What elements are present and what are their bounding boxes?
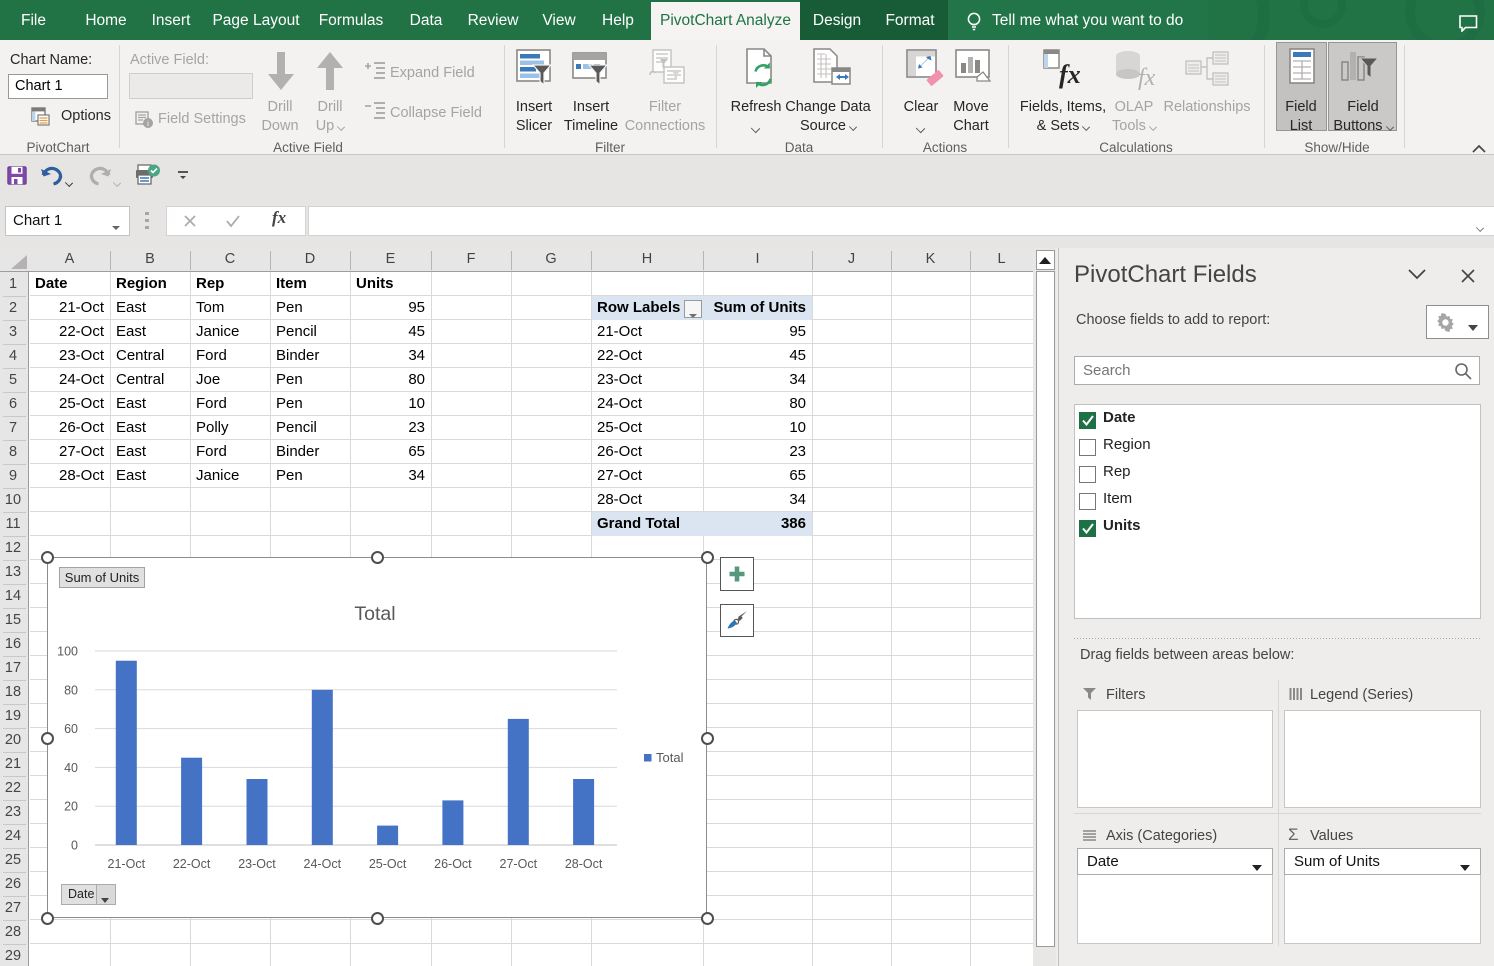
svg-text:23-Oct: 23-Oct: [238, 857, 276, 871]
svg-text:26-Oct: 26-Oct: [434, 857, 472, 871]
svg-text:80: 80: [64, 683, 78, 697]
svg-text:0: 0: [71, 839, 78, 853]
svg-text:fx: fx: [1059, 60, 1081, 89]
svg-text:Total: Total: [656, 750, 684, 765]
svg-text:40: 40: [64, 761, 78, 775]
svg-text:100: 100: [57, 645, 78, 659]
svg-text:24-Oct: 24-Oct: [304, 857, 342, 871]
svg-text:28-Oct: 28-Oct: [565, 857, 603, 871]
svg-text:21-Oct: 21-Oct: [108, 857, 146, 871]
svg-text:fx: fx: [1138, 65, 1156, 91]
svg-text:25-Oct: 25-Oct: [369, 857, 407, 871]
svg-text:27-Oct: 27-Oct: [500, 857, 538, 871]
svg-text:20: 20: [64, 800, 78, 814]
svg-text:60: 60: [64, 722, 78, 736]
svg-text:22-Oct: 22-Oct: [173, 857, 211, 871]
